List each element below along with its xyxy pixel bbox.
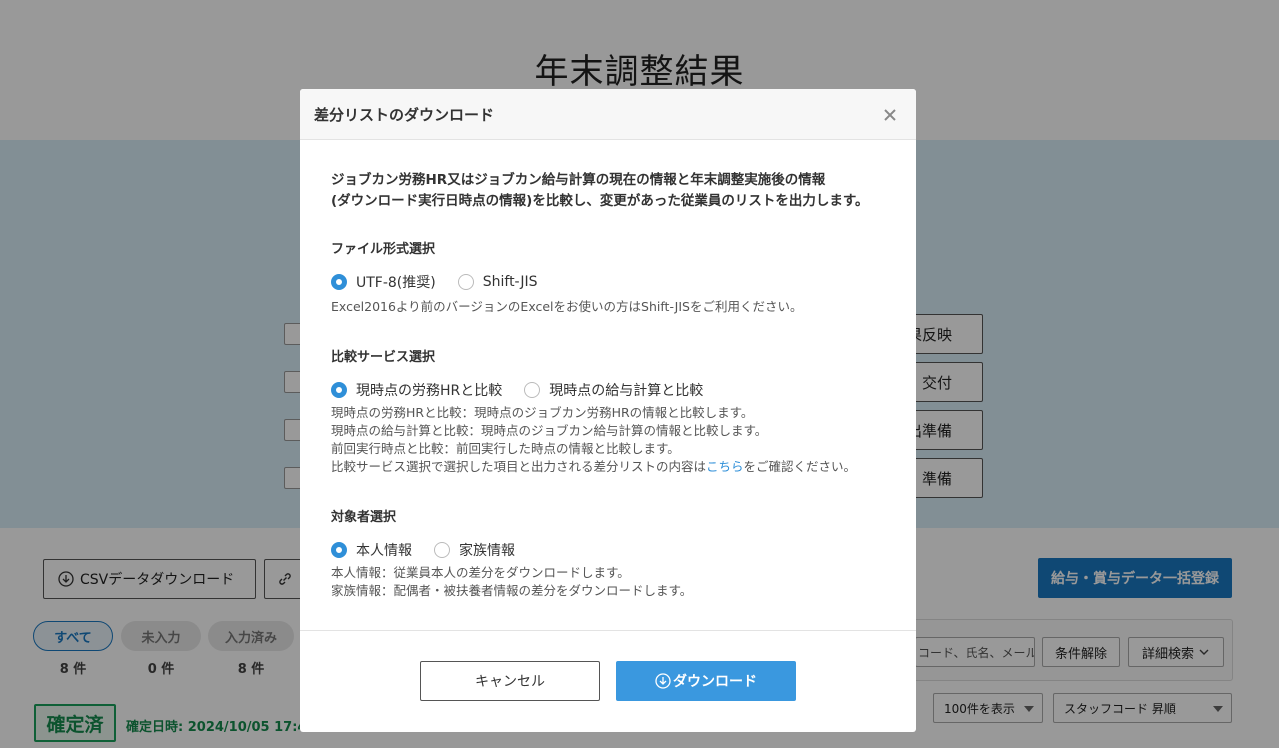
- radio-utf8-label: UTF-8(推奨): [356, 275, 436, 291]
- radio-self-info[interactable]: 本人情報: [331, 540, 412, 560]
- help-text: 比較サービス選択で選択した項目と出力される差分リストの内容は: [331, 459, 707, 474]
- radio-compare-hr[interactable]: 現時点の労務HRと比較: [331, 380, 502, 400]
- file-format-radio-group: UTF-8(推奨) Shift-JIS: [331, 272, 885, 292]
- close-icon: [883, 108, 897, 122]
- radio-unchecked-icon: [434, 542, 450, 558]
- target-radio-group: 本人情報 家族情報: [331, 540, 885, 560]
- compare-service-title: 比較サービス選択: [331, 350, 436, 365]
- target-help: 本人情報：従業員本人の差分をダウンロードします。 家族情報：配偶者・被扶養者情報…: [331, 564, 885, 600]
- close-button[interactable]: [878, 103, 902, 127]
- compare-service-help: 現時点の労務HRと比較：現時点のジョブカン労務HRの情報と比較します。 現時点の…: [331, 404, 885, 476]
- radio-checked-icon: [331, 542, 347, 558]
- cancel-button[interactable]: キャンセル: [420, 661, 600, 701]
- compare-service-radio-group: 現時点の労務HRと比較 現時点の給与計算と比較: [331, 380, 885, 400]
- description-line-1: ジョブカン労務HR又はジョブカン給与計算の現在の情報と年末調整実施後の情報: [331, 172, 826, 188]
- radio-family-info[interactable]: 家族情報: [434, 540, 515, 560]
- radio-self-info-label: 本人情報: [356, 543, 412, 559]
- dialog-body: ジョブカン労務HR又はジョブカン給与計算の現在の情報と年末調整実施後の情報 (ダ…: [300, 140, 916, 600]
- help-text: をご確認ください。: [743, 459, 857, 474]
- radio-unchecked-icon: [457, 274, 474, 290]
- radio-checked-icon: [331, 382, 347, 398]
- details-link[interactable]: こちら: [706, 459, 744, 474]
- radio-checked-icon: [331, 274, 347, 290]
- dialog-title: 差分リストのダウンロード: [314, 105, 495, 124]
- file-format-help: Excel2016より前のバージョンのExcelをお使いの方はShift-JIS…: [331, 299, 803, 314]
- dialog-header: 差分リストのダウンロード: [300, 89, 916, 140]
- description-line-2: (ダウンロード実行日時点の情報)を比較し、変更があった従業員のリストを出力します…: [331, 193, 869, 209]
- dialog-footer: キャンセル ダウンロード: [300, 630, 916, 732]
- radio-family-info-label: 家族情報: [459, 543, 515, 559]
- download-button[interactable]: ダウンロード: [616, 661, 796, 701]
- radio-compare-hr-label: 現時点の労務HRと比較: [356, 383, 503, 399]
- radio-shift-jis-label: Shift-JIS: [482, 274, 538, 290]
- dialog-description: ジョブカン労務HR又はジョブカン給与計算の現在の情報と年末調整実施後の情報 (ダ…: [331, 170, 885, 212]
- radio-compare-payroll[interactable]: 現時点の給与計算と比較: [524, 380, 703, 400]
- help-line: 比較サービス選択で選択した項目と出力される差分リストの内容はこちらをご確認くださ…: [331, 458, 885, 476]
- target-title: 対象者選択: [331, 510, 397, 525]
- help-line: 現時点の労務HRと比較：現時点のジョブカン労務HRの情報と比較します。: [331, 405, 754, 420]
- download-icon: [655, 673, 671, 689]
- radio-utf8[interactable]: UTF-8(推奨): [331, 272, 436, 292]
- file-format-title: ファイル形式選択: [331, 242, 436, 257]
- help-line: 家族情報：配偶者・被扶養者情報の差分をダウンロードします。: [331, 583, 693, 598]
- diff-list-download-dialog: 差分リストのダウンロード ジョブカン労務HR又はジョブカン給与計算の現在の情報と…: [300, 89, 916, 732]
- help-line: 前回実行時点と比較：前回実行した時点の情報と比較します。: [331, 441, 680, 456]
- radio-compare-payroll-label: 現時点の給与計算と比較: [549, 383, 704, 399]
- radio-shift-jis[interactable]: Shift-JIS: [457, 274, 538, 290]
- download-label: ダウンロード: [673, 674, 757, 690]
- radio-unchecked-icon: [524, 382, 541, 398]
- help-line: 現時点の給与計算と比較：現時点のジョブカン給与計算の情報と比較します。: [331, 423, 768, 438]
- help-line: 本人情報：従業員本人の差分をダウンロードします。: [331, 565, 630, 580]
